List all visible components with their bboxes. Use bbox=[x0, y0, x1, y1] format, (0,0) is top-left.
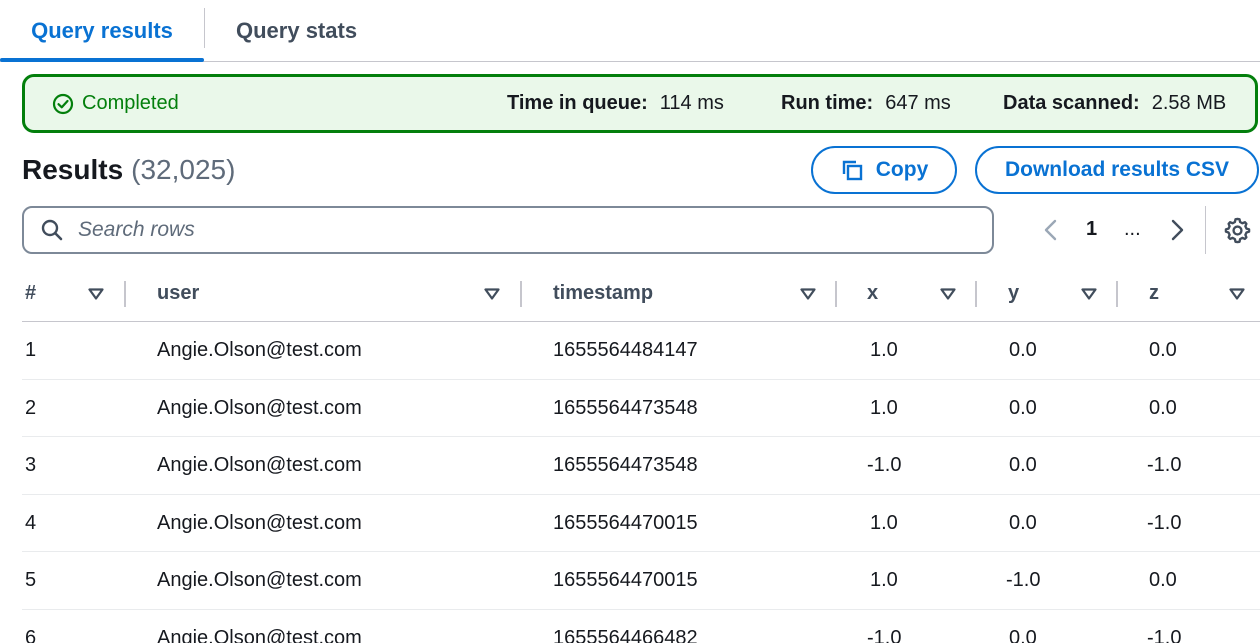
status-indicator: Completed bbox=[52, 92, 179, 115]
download-label: Download results CSV bbox=[1004, 158, 1230, 181]
table-row: 4 Angie.Olson@test.com 1655564470015 1.0… bbox=[22, 495, 1260, 552]
table-row: 6 Angie.Olson@test.com 1655564466482 -1.… bbox=[22, 610, 1260, 643]
cell-y: 0.0 bbox=[1009, 339, 1037, 361]
results-title: Results bbox=[22, 154, 124, 185]
cell-x: -1.0 bbox=[867, 454, 902, 476]
stat-data-scanned: Data scanned: 2.58 MB bbox=[1003, 92, 1226, 115]
tab-divider bbox=[204, 8, 205, 48]
status-banner: Completed Time in queue: 114 ms Run time… bbox=[22, 74, 1258, 133]
cell-y: 0.0 bbox=[1009, 454, 1037, 476]
cell-index: 2 bbox=[25, 396, 37, 419]
sort-icon[interactable] bbox=[800, 266, 816, 321]
table-header: # user timestamp x y z bbox=[22, 266, 1260, 322]
cell-y: -1.0 bbox=[1006, 569, 1041, 591]
cell-y: 0.0 bbox=[1009, 626, 1037, 643]
column-header-x[interactable]: x bbox=[867, 266, 878, 321]
cell-z: 0.0 bbox=[1149, 339, 1177, 361]
column-resizer[interactable] bbox=[520, 281, 522, 307]
copy-label: Copy bbox=[875, 158, 929, 181]
search-icon bbox=[41, 219, 63, 241]
cell-user: Angie.Olson@test.com bbox=[157, 454, 362, 476]
search-input[interactable] bbox=[78, 218, 938, 242]
toolbar-divider bbox=[1205, 206, 1206, 254]
cell-timestamp: 1655564473548 bbox=[553, 396, 698, 419]
table-row: 2 Angie.Olson@test.com 1655564473548 1.0… bbox=[22, 380, 1260, 437]
sort-icon[interactable] bbox=[940, 266, 956, 321]
tab-query-stats[interactable]: Query stats bbox=[236, 0, 357, 61]
results-count: (32,025) bbox=[131, 154, 236, 185]
page-number[interactable]: 1 bbox=[1086, 218, 1097, 241]
cell-user: Angie.Olson@test.com bbox=[157, 569, 362, 591]
column-header-z[interactable]: z bbox=[1149, 266, 1159, 321]
cell-index: 6 bbox=[25, 626, 37, 643]
cell-y: 0.0 bbox=[1009, 511, 1037, 534]
sort-icon[interactable] bbox=[1229, 266, 1245, 321]
chevron-right-icon[interactable] bbox=[1165, 217, 1189, 243]
sort-icon[interactable] bbox=[88, 266, 104, 321]
cell-index: 4 bbox=[25, 511, 37, 534]
cell-x: 1.0 bbox=[870, 511, 898, 534]
stat-value: 114 ms bbox=[659, 92, 724, 114]
stat-label: Time in queue: bbox=[507, 92, 648, 114]
table-row: 3 Angie.Olson@test.com 1655564473548 -1.… bbox=[22, 437, 1260, 495]
sort-icon[interactable] bbox=[1081, 266, 1097, 321]
status-text: Completed bbox=[82, 92, 179, 114]
column-resizer[interactable] bbox=[835, 281, 837, 307]
results-heading: Results (32,025) bbox=[22, 154, 235, 186]
results-table: # user timestamp x y z 1 Angie.Olson@tes… bbox=[22, 266, 1260, 643]
column-header-y[interactable]: y bbox=[1008, 266, 1019, 321]
column-header-timestamp[interactable]: timestamp bbox=[553, 266, 653, 321]
cell-timestamp: 1655564473548 bbox=[553, 454, 698, 476]
stat-value: 647 ms bbox=[885, 92, 951, 114]
cell-x: 1.0 bbox=[870, 569, 898, 591]
cell-timestamp: 1655564466482 bbox=[553, 626, 698, 643]
stat-time-in-queue: Time in queue: 114 ms bbox=[507, 92, 724, 115]
cell-timestamp: 1655564470015 bbox=[553, 511, 698, 534]
stat-label: Data scanned: bbox=[1003, 92, 1140, 114]
cell-x: -1.0 bbox=[867, 626, 902, 643]
sort-icon[interactable] bbox=[484, 266, 500, 321]
cell-index: 3 bbox=[25, 454, 37, 476]
column-resizer[interactable] bbox=[1116, 281, 1118, 307]
cell-z: -1.0 bbox=[1147, 454, 1182, 476]
gear-icon[interactable] bbox=[1224, 217, 1251, 244]
cell-user: Angie.Olson@test.com bbox=[157, 626, 362, 643]
cell-z: -1.0 bbox=[1147, 511, 1182, 534]
cell-z: 0.0 bbox=[1149, 569, 1177, 591]
stat-label: Run time: bbox=[781, 92, 874, 114]
stat-run-time: Run time: 647 ms bbox=[781, 92, 951, 115]
cell-x: 1.0 bbox=[870, 396, 898, 419]
cell-z: -1.0 bbox=[1147, 626, 1182, 643]
copy-icon bbox=[842, 160, 862, 181]
chevron-left-icon[interactable] bbox=[1039, 217, 1063, 243]
cell-index: 5 bbox=[25, 569, 37, 591]
column-header-index[interactable]: # bbox=[25, 266, 36, 321]
cell-user: Angie.Olson@test.com bbox=[157, 396, 362, 419]
stat-value: 2.58 MB bbox=[1151, 92, 1227, 114]
cell-timestamp: 1655564484147 bbox=[553, 339, 698, 361]
page-ellipsis: ... bbox=[1124, 218, 1141, 240]
tab-bar: Query results Query stats bbox=[0, 0, 1260, 62]
column-header-user[interactable]: user bbox=[157, 266, 199, 321]
check-circle-icon bbox=[52, 93, 74, 114]
cell-timestamp: 1655564470015 bbox=[553, 569, 698, 591]
cell-z: 0.0 bbox=[1149, 396, 1177, 419]
download-csv-button[interactable]: Download results CSV bbox=[975, 146, 1259, 194]
copy-button[interactable]: Copy bbox=[811, 146, 957, 194]
cell-y: 0.0 bbox=[1009, 396, 1037, 419]
search-box bbox=[22, 206, 994, 254]
cell-user: Angie.Olson@test.com bbox=[157, 339, 362, 361]
cell-x: 1.0 bbox=[870, 339, 898, 361]
table-row: 5 Angie.Olson@test.com 1655564470015 1.0… bbox=[22, 552, 1260, 610]
table-row: 1 Angie.Olson@test.com 1655564484147 1.0… bbox=[22, 322, 1260, 380]
tab-query-results[interactable]: Query results bbox=[0, 0, 204, 62]
column-resizer[interactable] bbox=[124, 281, 126, 307]
cell-user: Angie.Olson@test.com bbox=[157, 511, 362, 534]
column-resizer[interactable] bbox=[975, 281, 977, 307]
cell-index: 1 bbox=[25, 339, 37, 361]
